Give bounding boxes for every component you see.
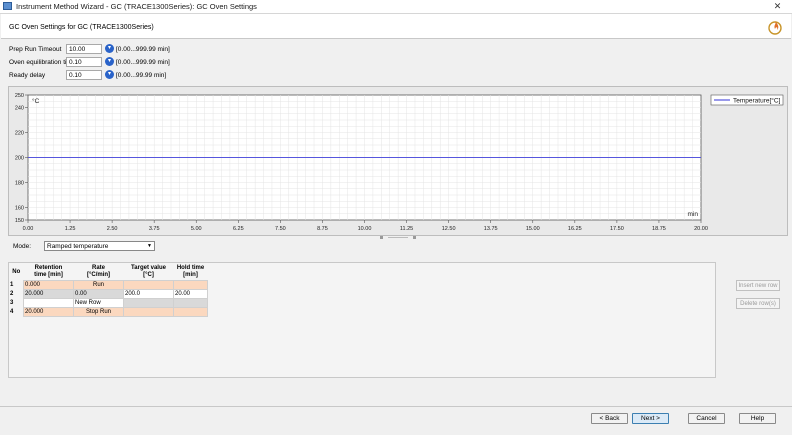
oven-equilibration-spinner-icon[interactable]: ▾ bbox=[105, 57, 114, 66]
row-number: 1 bbox=[9, 280, 24, 290]
thermo-logo-icon bbox=[768, 21, 782, 35]
cell-retention[interactable]: 20.000 bbox=[23, 289, 74, 299]
x-tick-label: 0.00 bbox=[23, 226, 34, 232]
row-number: 2 bbox=[9, 289, 24, 299]
x-tick-label: 15.00 bbox=[526, 226, 540, 232]
splitter-handle-icon[interactable] bbox=[380, 236, 416, 239]
y-tick-label: 160 bbox=[15, 206, 24, 212]
x-tick-label: 6.25 bbox=[233, 226, 244, 232]
col-retention: Retention time [min] bbox=[23, 264, 74, 281]
ready-delay-input[interactable]: 0.10 bbox=[66, 70, 102, 80]
table-row: 1 0.000 Run bbox=[9, 280, 208, 290]
next-button[interactable]: Next > bbox=[632, 413, 669, 424]
col-target-line2: [°C] bbox=[143, 272, 154, 278]
x-tick-label: 1.25 bbox=[65, 226, 76, 232]
ready-delay-range: [0.00...99.99 min] bbox=[116, 72, 167, 79]
y-tick-label: 220 bbox=[15, 131, 24, 137]
x-tick-label: 2.50 bbox=[107, 226, 118, 232]
x-tick-label: 12.50 bbox=[442, 226, 456, 232]
mode-select-value: Ramped temperature bbox=[47, 243, 109, 250]
y-tick-label: 180 bbox=[15, 181, 24, 187]
ready-delay-spinner-icon[interactable]: ▾ bbox=[105, 70, 114, 79]
y-tick-label: 200 bbox=[15, 156, 24, 162]
legend-label: Temperature[°C] bbox=[733, 97, 781, 105]
col-retention-line1: Retention bbox=[34, 265, 63, 271]
col-target: Target value [°C] bbox=[123, 264, 174, 281]
col-hold-line1: Hold time bbox=[176, 265, 205, 271]
cancel-button[interactable]: Cancel bbox=[688, 413, 725, 424]
row-number: 4 bbox=[9, 307, 24, 317]
y-tick-label: 240 bbox=[15, 106, 24, 112]
prep-run-timeout-label: Prep Run Timeout bbox=[9, 46, 62, 53]
delete-row-button[interactable]: Delete row(s) bbox=[736, 298, 780, 309]
page-header: GC Oven Settings for GC (TRACE1300Series… bbox=[1, 14, 791, 39]
cell-hold[interactable]: 20.00 bbox=[173, 289, 208, 299]
cell-target[interactable]: 200.0 bbox=[123, 289, 174, 299]
x-axis-label: min bbox=[688, 211, 699, 218]
y-axis-label: °C bbox=[32, 97, 40, 105]
cell-retention[interactable]: 0.000 bbox=[23, 280, 74, 290]
table-row: 3 New Row bbox=[9, 298, 208, 308]
close-icon[interactable]: ✕ bbox=[769, 1, 786, 11]
ready-delay-label: Ready delay bbox=[9, 72, 46, 79]
x-tick-label: 17.50 bbox=[610, 226, 624, 232]
help-button[interactable]: Help bbox=[739, 413, 776, 424]
mode-label: Mode: bbox=[13, 243, 32, 250]
mode-select[interactable]: Ramped temperature ▼ bbox=[44, 241, 155, 251]
table-row: 2 20.000 0.00 200.0 20.00 bbox=[9, 289, 208, 299]
cell-hold[interactable] bbox=[173, 307, 208, 317]
cell-target[interactable] bbox=[123, 280, 174, 290]
title-bar: Instrument Method Wizard - GC (TRACE1300… bbox=[0, 0, 792, 14]
x-tick-label: 20.00 bbox=[694, 226, 708, 232]
prep-run-timeout-input[interactable]: 10.00 bbox=[66, 44, 102, 54]
cell-hold[interactable] bbox=[173, 280, 208, 290]
insert-row-button[interactable]: Insert new row bbox=[736, 280, 780, 291]
x-tick-label: 16.25 bbox=[568, 226, 582, 232]
cell-target[interactable] bbox=[123, 307, 174, 317]
temperature-chart: 0.00 1.25 2.50 3.75 5.00 6.25 7.50 8.75 10.00 11.… bbox=[8, 86, 788, 236]
x-tick-label: 10.00 bbox=[358, 226, 372, 232]
footer-bar bbox=[0, 406, 792, 435]
col-retention-line2: time [min] bbox=[34, 272, 63, 278]
prep-run-timeout-spinner-icon[interactable]: ▾ bbox=[105, 44, 114, 53]
cell-rate[interactable]: 0.00 bbox=[73, 289, 124, 299]
ramp-table: No Retention time [min] Rate [°C/min] Targ… bbox=[9, 264, 208, 317]
col-hold: Hold time [min] bbox=[173, 264, 208, 281]
x-tick-label: 8.75 bbox=[317, 226, 328, 232]
cell-rate[interactable]: Run bbox=[73, 280, 124, 290]
col-rate-line2: [°C/min] bbox=[86, 272, 111, 278]
col-target-line1: Target value bbox=[131, 265, 166, 271]
back-button[interactable]: < Back bbox=[591, 413, 628, 424]
x-tick-label: 3.75 bbox=[149, 226, 160, 232]
cell-target[interactable] bbox=[123, 298, 174, 308]
chevron-down-icon: ▼ bbox=[147, 243, 152, 249]
app-icon bbox=[3, 2, 12, 10]
cell-rate[interactable]: Stop Run bbox=[73, 307, 124, 317]
window-title: Instrument Method Wizard - GC (TRACE1300… bbox=[16, 2, 257, 11]
x-tick-label: 5.00 bbox=[191, 226, 202, 232]
y-tick-label: 150 bbox=[15, 218, 24, 224]
col-rate: Rate [°C/min] bbox=[73, 264, 124, 281]
cell-rate[interactable]: New Row bbox=[73, 298, 124, 308]
y-tick-label: 250 bbox=[15, 93, 24, 99]
oven-equilibration-input[interactable]: 0.10 bbox=[66, 57, 102, 67]
cell-retention[interactable]: 20.000 bbox=[23, 307, 74, 317]
prep-run-timeout-range: [0.00...999.99 min] bbox=[116, 46, 170, 53]
page-title: GC Oven Settings for GC (TRACE1300Series… bbox=[9, 24, 154, 31]
cell-hold[interactable] bbox=[173, 298, 208, 308]
temperature-chart-svg: 0.00 1.25 2.50 3.75 5.00 6.25 7.50 8.75 10.00 11.… bbox=[15, 93, 784, 232]
col-hold-line2: [min] bbox=[183, 272, 198, 278]
x-tick-label: 11.25 bbox=[400, 226, 413, 232]
x-tick-label: 7.50 bbox=[275, 226, 286, 232]
wizard-window: Instrument Method Wizard - GC (TRACE1300… bbox=[0, 0, 792, 435]
x-tick-label: 13.75 bbox=[484, 226, 498, 232]
row-number: 3 bbox=[9, 298, 24, 308]
col-no: No bbox=[9, 264, 24, 281]
oven-equilibration-range: [0.00...999.99 min] bbox=[116, 59, 170, 66]
x-tick-label: 18.75 bbox=[652, 226, 666, 232]
col-rate-line1: Rate bbox=[91, 265, 105, 271]
cell-retention[interactable] bbox=[23, 298, 74, 308]
table-row: 4 20.000 Stop Run bbox=[9, 307, 208, 317]
